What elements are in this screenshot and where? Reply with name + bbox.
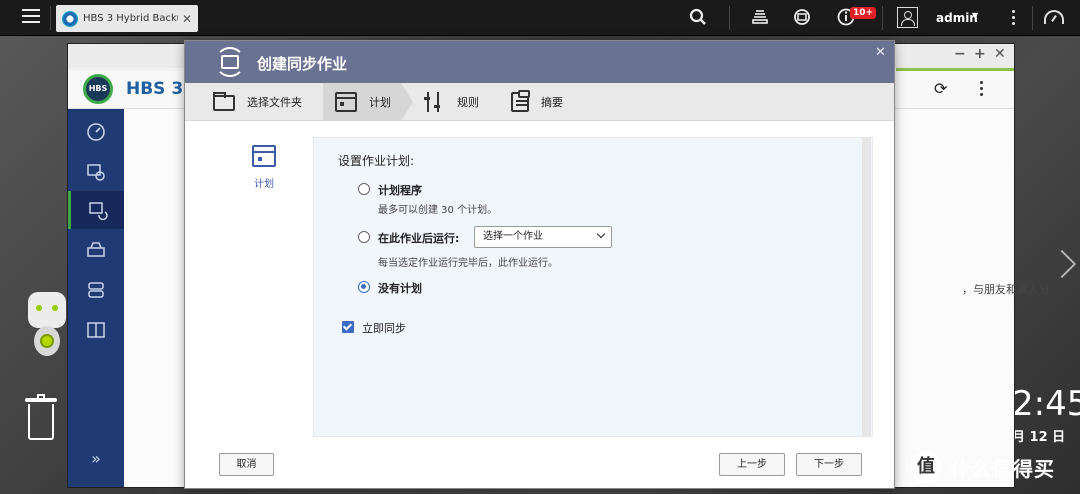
user-icon[interactable] <box>897 7 918 28</box>
hbs-app-icon <box>62 10 78 27</box>
storage-icon[interactable] <box>68 231 124 269</box>
schedule-option-hint: 最多可以创建 30 个计划。 <box>378 205 498 216</box>
notification-badge: 10+ <box>850 7 877 19</box>
main-menu-icon[interactable] <box>22 9 40 27</box>
wizard-steps: 选择文件夹 计划 规则 摘要 <box>185 83 894 121</box>
overview-icon[interactable] <box>68 113 124 151</box>
maximize-icon[interactable]: + <box>974 46 986 62</box>
step-label: 规则 <box>457 96 479 109</box>
hbs-side-text: ，与朋友和家人分 <box>962 283 1050 296</box>
schedule-side-label: 计划 <box>254 179 274 190</box>
tab-title: HBS 3 Hybrid Backu... <box>83 13 178 24</box>
hbs-app-name: HBS 3 <box>126 79 184 99</box>
external-device-icon[interactable] <box>792 8 812 28</box>
previous-button[interactable]: 上一步 <box>719 453 785 476</box>
sync-now-label: 立即同步 <box>362 322 406 335</box>
services-icon[interactable] <box>68 271 124 309</box>
desktop-clock-date: 月 12 日 <box>1012 430 1066 445</box>
dialog-close-icon[interactable]: ✕ <box>875 45 886 60</box>
refresh-icon[interactable]: ⟳ <box>934 79 947 98</box>
logs-icon[interactable] <box>68 311 124 349</box>
dialog-title: 创建同步作业 <box>257 55 348 73</box>
hbs-logo: HBS <box>83 74 113 104</box>
step-select-folder[interactable]: 选择文件夹 <box>213 83 323 121</box>
no-schedule-option-label: 没有计划 <box>378 282 422 295</box>
cancel-button[interactable]: 取消 <box>219 453 274 476</box>
calendar-icon <box>335 92 357 112</box>
step-schedule[interactable]: 计划 <box>323 83 401 121</box>
after-job-select[interactable]: 选择一个作业 <box>474 226 612 248</box>
robot-mascot-icon[interactable] <box>20 292 72 364</box>
background-tasks-icon[interactable] <box>750 8 770 28</box>
after-job-select-value: 选择一个作业 <box>483 231 543 242</box>
next-button[interactable]: 下一步 <box>796 453 862 476</box>
taskbar: HBS 3 Hybrid Backu... ✕ 10+ admin ▼ <box>0 0 1080 36</box>
watermark: 值 什么值得买 <box>910 450 1055 484</box>
hbs-sidebar: » <box>68 109 124 487</box>
sync-icon[interactable] <box>68 191 124 229</box>
step-summary[interactable]: 摘要 <box>511 83 591 121</box>
sync-now-checkbox[interactable] <box>342 321 354 333</box>
no-schedule-radio[interactable] <box>358 281 370 293</box>
divider <box>50 6 51 30</box>
schedule-option-label: 计划程序 <box>378 184 422 197</box>
backup-restore-icon[interactable] <box>68 153 124 191</box>
after-job-option-hint: 每当选定作业运行完毕后，此作业运行。 <box>378 258 558 269</box>
step-label: 计划 <box>369 96 391 109</box>
chevron-down-icon <box>596 229 606 239</box>
divider <box>729 6 730 30</box>
divider <box>882 6 883 30</box>
watermark-logo: 值 <box>910 451 942 483</box>
after-job-radio[interactable] <box>358 231 370 243</box>
panel-scrollbar[interactable] <box>862 137 871 437</box>
desktop-clock-time: 2:45 <box>1012 384 1080 424</box>
clipboard-icon <box>511 90 530 112</box>
divider <box>1032 6 1033 30</box>
step-rules[interactable]: 规则 <box>423 83 503 121</box>
dashboard-icon[interactable] <box>1044 10 1064 24</box>
sliders-icon <box>423 92 445 112</box>
folder-icon <box>213 92 235 111</box>
search-icon[interactable] <box>688 8 708 28</box>
step-label: 摘要 <box>541 96 563 109</box>
user-menu-caret-icon[interactable]: ▼ <box>972 11 978 20</box>
step-chevron <box>401 83 413 121</box>
schedule-panel: 设置作业计划: 计划程序 最多可以创建 30 个计划。 在此作业后运行: 选择一… <box>313 137 873 437</box>
watermark-text: 什么值得买 <box>950 456 1055 481</box>
taskbar-tab-hbs[interactable]: HBS 3 Hybrid Backu... ✕ <box>56 5 198 32</box>
panel-title: 设置作业计划: <box>338 154 415 168</box>
close-window-icon[interactable]: ✕ <box>994 46 1006 62</box>
after-job-option-label: 在此作业后运行: <box>378 232 460 245</box>
schedule-radio[interactable] <box>358 183 370 195</box>
trash-icon[interactable] <box>25 394 57 440</box>
sync-job-icon <box>215 47 245 77</box>
tab-close-icon[interactable]: ✕ <box>182 12 192 26</box>
next-page-arrow-icon[interactable] <box>1052 248 1070 282</box>
schedule-calendar-icon <box>252 145 276 167</box>
step-label: 选择文件夹 <box>247 96 302 109</box>
hbs-more-icon[interactable] <box>980 81 983 99</box>
dialog-header: 创建同步作业 ✕ <box>185 41 894 83</box>
create-sync-job-dialog: 创建同步作业 ✕ 选择文件夹 计划 规则 摘要 计划 设置作业计划: 计划程序 … <box>184 40 895 489</box>
minimize-icon[interactable]: − <box>954 46 966 62</box>
more-options-icon[interactable] <box>1012 10 1016 28</box>
expand-sidebar-icon[interactable]: » <box>68 449 124 468</box>
